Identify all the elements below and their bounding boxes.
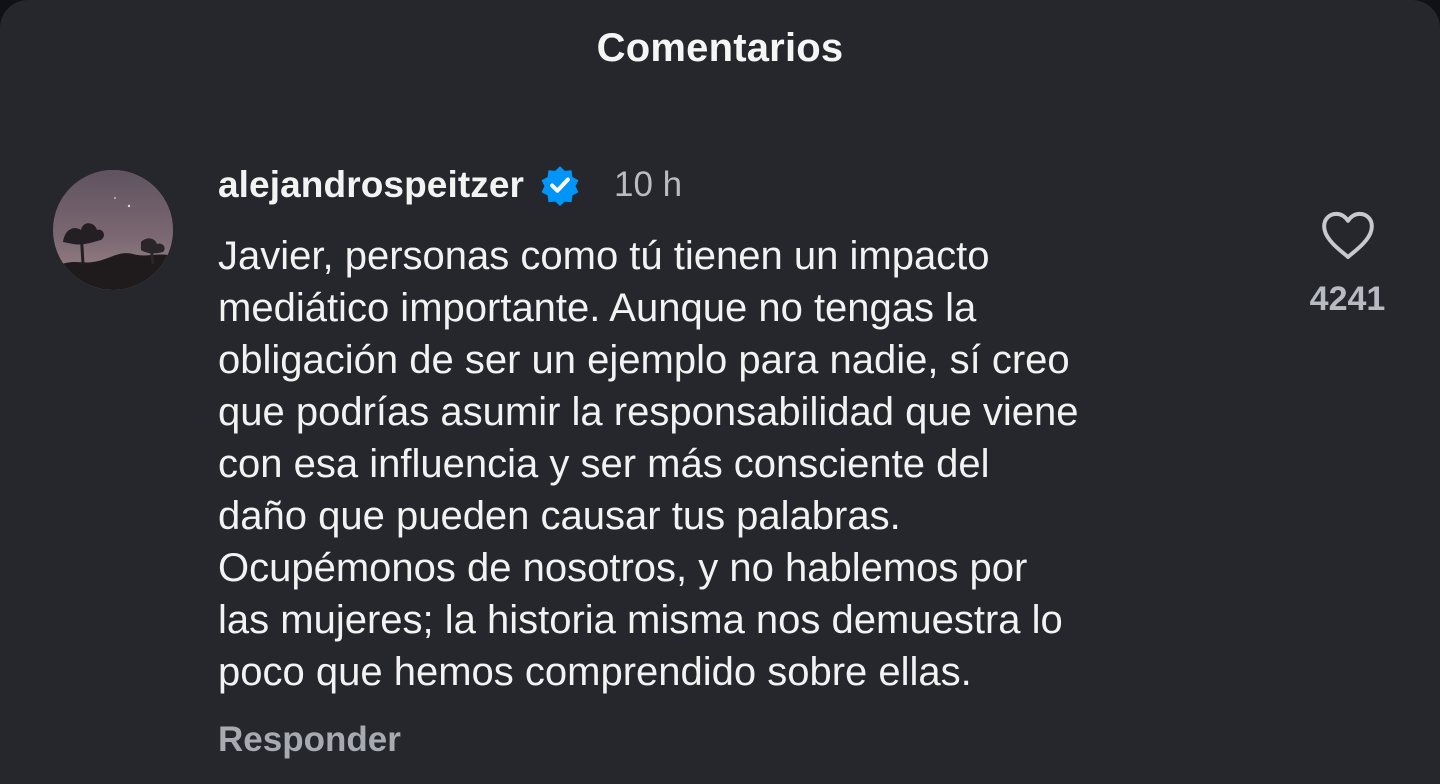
comment-meta: alejandrospeitzer 10 h — [218, 162, 1278, 208]
heart-icon[interactable] — [1320, 210, 1376, 262]
like-control: 4241 — [1290, 210, 1405, 319]
like-count: 4241 — [1309, 280, 1386, 318]
avatar-image — [53, 170, 173, 290]
reply-button[interactable]: Responder — [218, 720, 401, 760]
avatar[interactable] — [53, 170, 173, 290]
comment-text: Javier, personas como tú tienen un impac… — [218, 234, 1079, 694]
comments-sheet: Comentarios alejandrospeitzer 10 h Javie… — [0, 0, 1440, 784]
page-title: Comentarios — [596, 26, 844, 70]
timestamp: 10 h — [614, 165, 683, 204]
verified-badge-icon — [538, 163, 582, 207]
comment-item: alejandrospeitzer 10 h Javier, personas … — [218, 162, 1278, 760]
username-link[interactable]: alejandrospeitzer — [218, 164, 524, 206]
